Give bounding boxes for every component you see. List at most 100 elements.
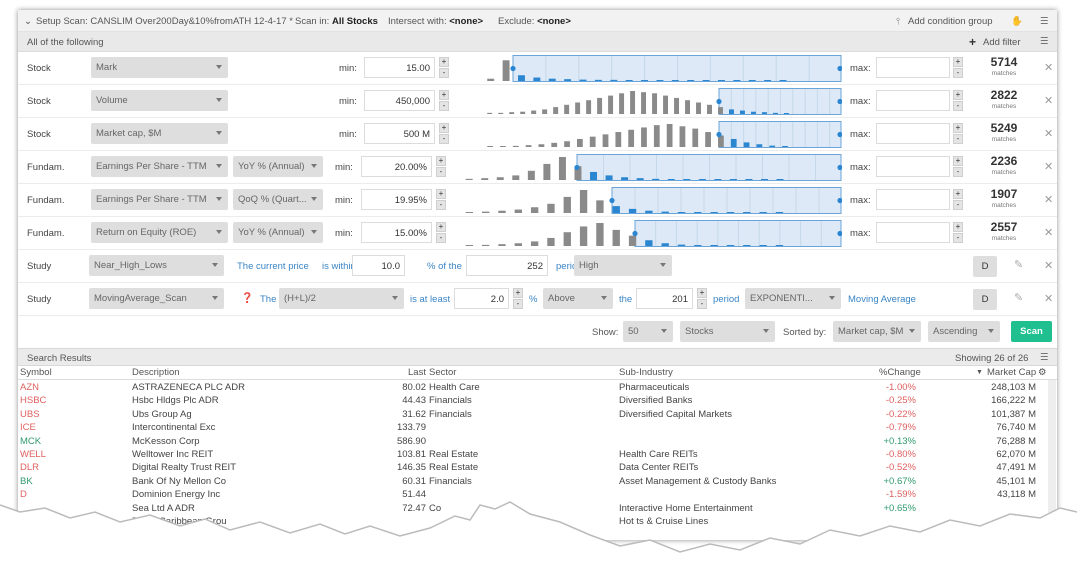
value-histogram[interactable] [458,187,842,214]
min-stepper[interactable]: + - [436,156,446,177]
filter-menu-icon[interactable]: ☰ [1040,36,1049,47]
max-input[interactable] [876,189,950,210]
ma-percent-stepper[interactable]: + - [513,288,523,309]
edit-pencil-icon[interactable]: ✎ [1014,291,1023,304]
min-input[interactable]: 19.95% [361,189,432,210]
price-source-select[interactable]: (H+L)/2 [279,288,404,309]
col-sector[interactable]: Sector [429,367,456,378]
symbol-cell[interactable]: AZN [20,382,39,393]
current-price-link[interactable]: The current price [237,261,309,272]
table-row[interactable]: UBS Ubs Group Ag 31.62 Financials Diversifie… [18,408,1057,421]
value-histogram[interactable] [480,88,842,115]
value-histogram[interactable] [480,121,842,148]
min-handle[interactable] [716,131,722,138]
results-scrollbar[interactable] [1048,380,1056,540]
min-input[interactable]: 15.00% [361,222,432,243]
max-stepper[interactable]: + - [953,156,963,177]
exclude-selector[interactable]: Exclude: <none> [498,16,571,27]
timeframe-d-button[interactable]: D [973,256,997,277]
min-handle[interactable] [510,65,516,72]
min-input[interactable]: 500 M [364,123,435,144]
is-within-link[interactable]: is within [322,261,356,272]
within-value-input[interactable]: 10.0 [352,255,405,276]
table-row[interactable]: MCK McKesson Corp 586.90 +0.13% 76,288 M [18,435,1057,448]
symbol-cell[interactable]: ICE [20,422,36,433]
filter-field-select[interactable]: Mark [91,57,228,78]
edit-pencil-icon[interactable]: ✎ [1014,258,1023,271]
filter-period-select[interactable]: QoQ % (Quart... [233,189,323,210]
col-symbol[interactable]: Symbol [20,367,52,378]
max-stepper[interactable]: + - [953,189,963,210]
symbol-cell[interactable]: D [20,489,27,500]
ma-period-stepper[interactable]: + - [697,288,707,309]
scan-button[interactable]: Scan [1011,321,1052,342]
sort-order-select[interactable]: Ascending [928,321,1000,342]
table-row[interactable]: ICE Intercontinental Exc 133.79 -0.79% 76,74… [18,421,1057,434]
min-input[interactable]: 15.00 [364,57,435,78]
max-stepper[interactable]: + - [953,222,963,243]
ma-type-select[interactable]: EXPONENTI... [745,288,841,309]
max-stepper[interactable]: + - [953,123,963,144]
min-handle[interactable] [609,197,615,204]
results-menu-icon[interactable]: ☰ [1040,352,1049,363]
table-row[interactable]: WELL Welltower Inc REIT 103.81 Real Estate H… [18,448,1057,461]
symbol-cell[interactable]: WELL [20,449,46,460]
timeframe-d-button[interactable]: D [973,289,997,310]
table-row[interactable]: AZN ASTRAZENECA PLC ADR 80.02 Health Care Ph… [18,381,1057,394]
col-change[interactable]: %Change [879,367,921,378]
symbol-cell[interactable]: BK [20,476,33,487]
remove-x-icon[interactable]: ✕ [1044,292,1053,305]
table-row[interactable]: Royal Caribbean Grou Hot ts & Cruise Line… [18,515,1057,528]
study-select-near-high-lows[interactable]: Near_High_Lows [89,255,224,276]
collapse-chevron-icon[interactable]: ⌄ [24,16,32,27]
min-handle[interactable] [716,98,722,105]
min-stepper[interactable]: + - [436,189,446,210]
remove-x-icon[interactable]: ✕ [1044,226,1053,239]
table-row[interactable]: DLR Digital Realty Trust REIT 146.35 Real E… [18,461,1057,474]
remove-x-icon[interactable]: ✕ [1044,193,1053,206]
remove-x-icon[interactable]: ✕ [1044,160,1053,173]
max-input[interactable] [876,123,950,144]
value-histogram[interactable] [458,220,842,247]
study-select-moving-average[interactable]: MovingAverage_Scan [89,288,224,309]
filter-field-select[interactable]: Market cap, $M [91,123,228,144]
add-condition-group-button[interactable]: Add condition group [908,16,993,27]
filter-field-select[interactable]: Earnings Per Share - TTM [91,189,228,210]
column-settings-gear-icon[interactable]: ⚙ [1038,367,1047,378]
max-input[interactable] [876,90,950,111]
table-row[interactable]: D Dominion Energy Inc 51.44 -1.59% 43,118 M [18,488,1057,501]
remove-x-icon[interactable]: ✕ [1044,61,1053,74]
show-count-select[interactable]: 50 [623,321,673,342]
symbol-cell[interactable]: HSBC [20,395,46,406]
max-stepper[interactable]: + - [953,57,963,78]
scan-in-selector[interactable]: Scan in: All Stocks [295,16,378,27]
min-stepper[interactable]: + - [439,57,449,78]
remove-x-icon[interactable]: ✕ [1044,259,1053,272]
period-value-input[interactable]: 252 [466,255,548,276]
table-row[interactable]: Sea Ltd A ADR 72.47 Co Interactive Home Ent… [18,502,1057,515]
max-stepper[interactable]: + - [953,90,963,111]
value-histogram[interactable] [480,55,842,82]
min-stepper[interactable]: + - [436,222,446,243]
table-row[interactable]: HSBC Hsbc Hldgs Plc ADR 44.43 Financials Div… [18,394,1057,407]
filter-field-select[interactable]: Earnings Per Share - TTM [91,156,228,177]
moving-average-link[interactable]: Moving Average [848,294,916,305]
filter-period-select[interactable]: YoY % (Annual) [233,222,323,243]
symbol-cell[interactable]: MCK [20,436,41,447]
value-histogram[interactable] [458,154,842,181]
ma-period-input[interactable]: 201 [636,288,693,309]
sort-field-select[interactable]: Market cap, $M [833,321,921,342]
min-handle[interactable] [574,164,580,171]
min-stepper[interactable]: + - [439,123,449,144]
filter-field-select[interactable]: Return on Equity (ROE) [91,222,228,243]
direction-select[interactable]: Above [543,288,613,309]
symbol-cell[interactable]: DLR [20,462,39,473]
filter-period-select[interactable]: YoY % (Annual) [233,156,323,177]
ma-percent-input[interactable]: 2.0 [454,288,509,309]
plus-icon[interactable]: + [969,35,976,49]
max-input[interactable] [876,222,950,243]
remove-x-icon[interactable]: ✕ [1044,127,1053,140]
max-input[interactable] [876,57,950,78]
hand-icon[interactable]: ✋ [1011,16,1023,27]
help-icon[interactable]: ❓ [241,293,253,304]
